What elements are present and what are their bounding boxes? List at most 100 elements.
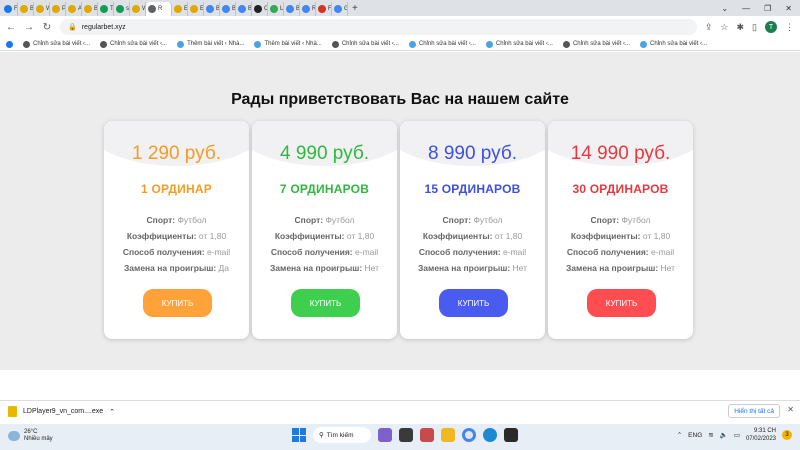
spec-value: Нет [512,263,528,273]
tab-favicon-icon [36,5,44,13]
teams-icon[interactable] [378,428,392,442]
facebook-bookmark-icon[interactable] [6,40,13,48]
minimize-icon[interactable]: — [742,4,750,13]
tab-favicon-icon [302,5,310,13]
tab-label: Giới [344,6,347,12]
browser-tab[interactable]: Pred [50,2,66,16]
forward-icon[interactable]: → [24,22,34,33]
chevron-up-icon[interactable]: ⌃ [109,408,115,416]
profile-avatar[interactable]: T [765,21,777,33]
battery-icon[interactable]: ▭ [734,431,740,439]
browser-tab[interactable]: site [114,2,130,16]
buy-button[interactable]: КУПИТЬ [587,289,656,317]
bookmark-item[interactable]: Chỉnh sửa bài viết ‹... [331,40,399,48]
page-title: Рады приветствовать Вас на нашем сайте [231,91,569,108]
browser-tab[interactable]: Lưu [268,2,284,16]
show-all-downloads-button[interactable]: Hiển thị tất cả [728,404,780,418]
taskbar-search[interactable]: ⚲ Tìm kiếm [313,427,371,443]
pricing-card: 4 990 руб. 7 ОРДИНАРОВ Спорт: Футбол Коэ… [252,121,397,339]
reload-icon[interactable]: ↻ [42,22,52,33]
browser-tab[interactable]: Rep [300,2,316,16]
new-tab-button[interactable]: + [352,3,358,14]
share-icon[interactable]: ⇪ [705,22,713,33]
spec-label: Замена на проигрыш: [269,263,363,273]
close-downloads-icon[interactable]: ✕ [787,405,794,414]
bookmark-item[interactable]: Chỉnh sửa bài viết ‹... [485,40,553,48]
bookmark-favicon-icon [640,40,647,48]
spec-label: Замена на проигрыш: [123,263,217,273]
browser-tab[interactable]: Bett [82,2,98,16]
windows-start-icon[interactable] [292,428,306,442]
browser-tab[interactable]: Afor [66,2,82,16]
bookmark-label: Chỉnh sửa bài viết ‹... [418,41,476,47]
file-explorer-icon[interactable] [441,428,455,442]
browser-tab[interactable]: Giới [332,2,348,16]
bookmark-item[interactable]: Thêm bài viết ‹ Nhà... [254,40,322,48]
buy-button[interactable]: КУПИТЬ [143,289,212,317]
browser-tab[interactable]: Flip [316,2,332,16]
spec-method: Способ получения: e-mail [104,244,249,260]
ldplayer-icon[interactable] [504,428,518,442]
browser-tab[interactable]: Bing [284,2,300,16]
system-tray: ⌃ ENG ≋ 🔈 ▭ 9:31 CH 07/02/2023 3 [677,427,792,443]
tab-favicon-icon [116,5,124,13]
app-icon[interactable] [420,428,434,442]
url-input[interactable]: 🔒 regularbet.xyz [60,19,697,35]
edge-icon[interactable] [483,428,497,442]
chrome-icon[interactable] [462,428,476,442]
buy-button[interactable]: КУПИТЬ [439,289,508,317]
browser-tab[interactable]: Bing [220,2,236,16]
menu-icon[interactable]: ⋮ [785,22,794,33]
spec-sport: Спорт: Футбол [548,212,693,228]
browser-tab[interactable]: Chi [252,2,268,16]
wifi-icon[interactable]: ≋ [708,431,713,439]
bookmark-item[interactable]: Chỉnh sửa bài viết ‹... [100,40,167,48]
browser-tab[interactable]: R [146,2,172,16]
browser-tab[interactable]: Web [130,2,146,16]
spec-label: Способ получения: [418,247,501,257]
browser-tab[interactable]: Bing [236,2,252,16]
clock[interactable]: 9:31 CH 07/02/2023 [746,427,776,443]
back-icon[interactable]: ← [6,22,16,33]
address-bar: ← → ↻ 🔒 regularbet.xyz ⇪ ☆ ✱ ▯ T ⋮ [0,16,800,38]
card-title: 1 ОРДИНАР [141,182,212,196]
lang-indicator[interactable]: ENG [688,432,702,439]
tab-search-icon[interactable]: ⌄ [721,4,728,13]
browser-tab[interactable]: Faceb [2,2,18,16]
speaker-icon[interactable]: 🔈 [720,431,728,439]
buy-button[interactable]: КУПИТЬ [291,289,360,317]
bookmark-item[interactable]: Chỉnh sửa bài viết ‹... [23,40,91,48]
close-icon[interactable]: ✕ [785,4,792,13]
browser-tab[interactable]: Bing [204,2,220,16]
spec-value: Футбол [177,215,207,225]
spec-label: Способ получения: [566,247,649,257]
bookmark-star-icon[interactable]: ☆ [720,22,728,33]
spec-value: e-mail [207,247,231,257]
bookmark-label: Thêm bài viết ‹ Nhà... [264,41,322,47]
task-view-icon[interactable] [399,428,413,442]
maximize-icon[interactable]: ❐ [764,4,771,13]
bookmark-label: Chỉnh sửa bài viết ‹... [33,41,91,47]
bookmark-item[interactable]: Thêm bài viết ‹ Nhà... [177,40,244,48]
chevron-up-tray-icon[interactable]: ⌃ [677,431,682,439]
browser-tab[interactable]: Edit [172,2,188,16]
browser-tab[interactable]: Edit [188,2,204,16]
spec-method: Способ получения: e-mail [400,244,545,260]
card-specs: Спорт: Футбол Коэффициенты: от 1,80 Спос… [104,212,249,276]
extensions-icon[interactable]: ✱ [737,22,745,33]
tab-favicon-icon [286,5,294,13]
browser-tab[interactable]: Buy! [18,2,34,16]
notification-badge[interactable]: 3 [782,430,792,440]
spec-value: от 1,80 [198,231,227,241]
window-controls: ⌄ — ❐ ✕ [721,0,800,16]
browser-tab[interactable]: Win [34,2,50,16]
browser-tab[interactable]: T2/2 [98,2,114,16]
bookmark-item[interactable]: Chỉnh sửa bài viết ‹... [408,40,476,48]
bookmark-item[interactable]: Chỉnh sửa bài viết ‹... [640,40,707,48]
tab-favicon-icon [222,5,230,13]
bookmark-item[interactable]: Chỉnh sửa bài viết ‹... [562,40,630,48]
spec-label: Коэффициенты: [274,231,345,241]
sidepanel-icon[interactable]: ▯ [752,22,757,33]
download-filename[interactable]: LDPlayer9_vn_com....exe [23,408,103,415]
weather-widget[interactable]: 26°C Nhiều mây [8,429,53,443]
